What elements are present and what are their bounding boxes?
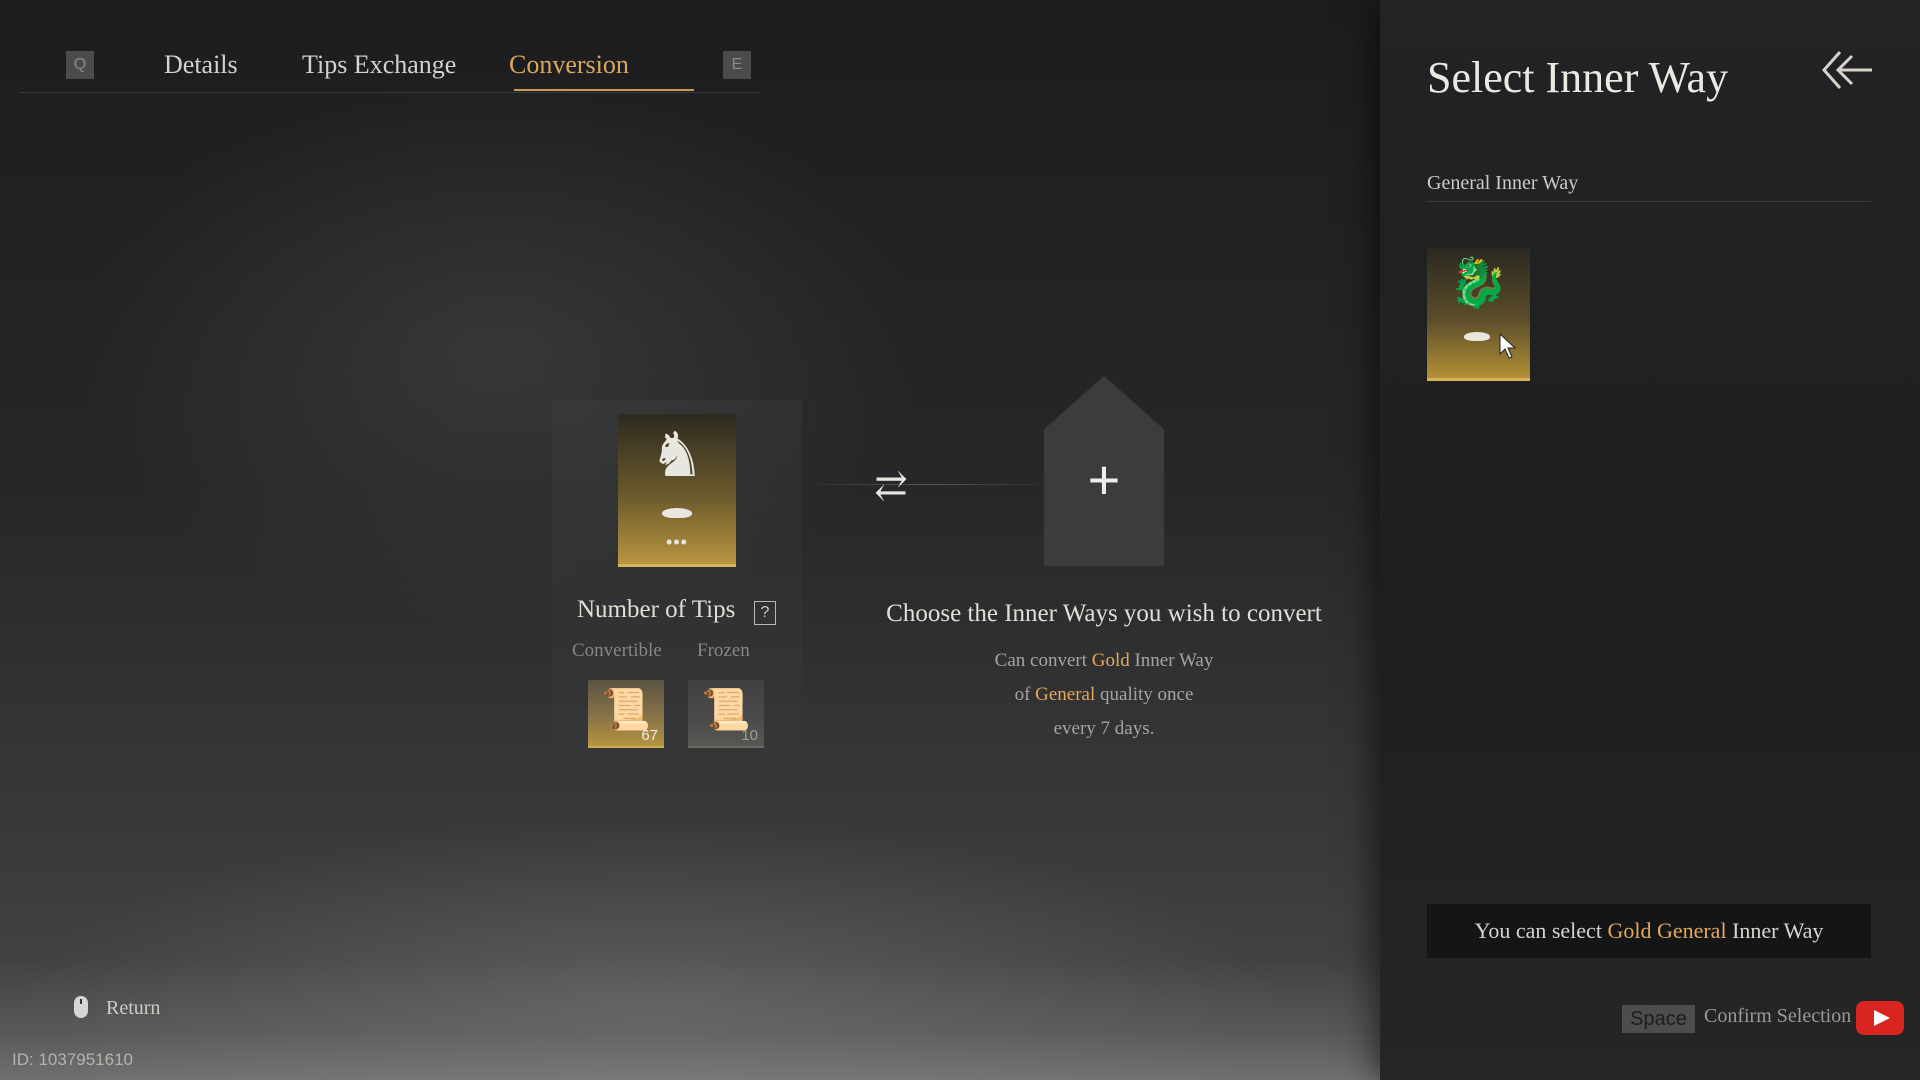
- tab-bar: Q Details Tips Exchange Conversion E: [20, 40, 760, 93]
- convertible-count: 67: [641, 727, 658, 744]
- plus-icon[interactable]: +: [1044, 452, 1164, 508]
- convertible-tips-item[interactable]: 📜 67: [588, 680, 664, 748]
- ground-fog: [0, 960, 1380, 1080]
- tab-details[interactable]: Details: [164, 50, 238, 80]
- gold-highlight: Gold: [1091, 650, 1130, 671]
- choose-title: Choose the Inner Ways you wish to conver…: [886, 600, 1322, 627]
- hint-text: You can select: [1474, 918, 1602, 943]
- frozen-label: Frozen: [697, 640, 750, 661]
- hint-highlight: Gold General: [1607, 918, 1727, 943]
- inner-way-option-card[interactable]: 🐉: [1427, 248, 1530, 381]
- prev-tab-key-hint[interactable]: Q: [66, 51, 94, 79]
- back-arrow-icon[interactable]: [1818, 48, 1874, 92]
- desc-text: every 7 days.: [1053, 718, 1155, 739]
- play-icon: [1856, 1001, 1904, 1035]
- horse-icon: ♞: [649, 422, 705, 490]
- active-tab-underline: [514, 89, 694, 91]
- conversion-description: Can convert Gold Inner Way of General qu…: [900, 644, 1308, 746]
- tab-conversion[interactable]: Conversion: [509, 50, 629, 80]
- desc-text: of: [1014, 684, 1031, 705]
- player-id: ID: 1037951610: [12, 1050, 133, 1069]
- section-divider: [1427, 201, 1871, 202]
- return-button[interactable]: Return: [106, 997, 160, 1020]
- more-dots-icon: •••: [666, 532, 688, 552]
- next-tab-key-hint[interactable]: E: [723, 51, 751, 79]
- swap-divider: [800, 484, 1060, 485]
- tips-title: Number of Tips: [577, 596, 736, 623]
- convertible-label: Convertible: [572, 640, 662, 661]
- help-icon[interactable]: ?: [754, 601, 776, 625]
- dragon-icon: 🐉: [1448, 257, 1509, 310]
- desc-text: Inner Way: [1134, 650, 1214, 671]
- space-key-hint[interactable]: Space: [1622, 1005, 1695, 1033]
- general-highlight: General: [1035, 684, 1096, 705]
- frozen-count: 10: [741, 727, 758, 744]
- cloud-icon: [662, 508, 692, 518]
- panel-title: Select Inner Way: [1427, 53, 1729, 102]
- desc-text: quality once: [1100, 684, 1194, 705]
- current-inner-way-card[interactable]: ♞ •••: [618, 414, 736, 567]
- section-label: General Inner Way: [1427, 172, 1579, 194]
- desc-text: Can convert: [994, 650, 1087, 671]
- selection-hint: You can select Gold General Inner Way: [1427, 904, 1871, 958]
- mouse-icon: [74, 996, 88, 1018]
- frozen-tips-item[interactable]: 📜 10: [688, 680, 764, 748]
- swap-arrows-icon: ⇄: [874, 463, 908, 508]
- confirm-selection-button[interactable]: Confirm Selection: [1704, 1005, 1851, 1028]
- hint-text: Inner Way: [1732, 918, 1824, 943]
- cloud-icon: [1464, 332, 1490, 341]
- tab-tips-exchange[interactable]: Tips Exchange: [302, 50, 456, 80]
- cursor-icon: [1499, 332, 1517, 359]
